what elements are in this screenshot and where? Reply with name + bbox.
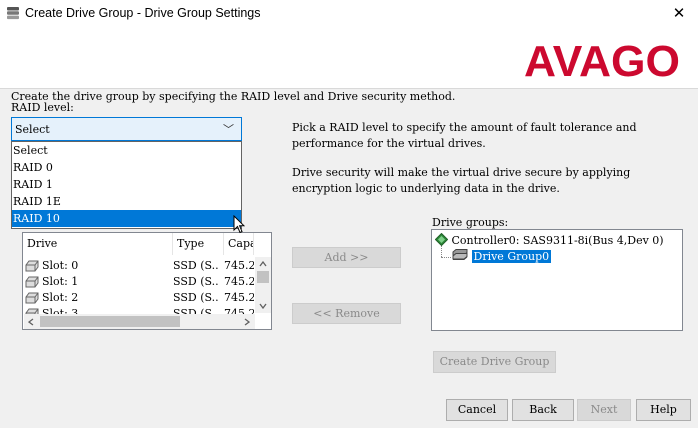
column-header-drive[interactable]: Drive [23, 233, 173, 255]
table-row[interactable]: Slot: 0 SSD (S... 745.21 [23, 258, 254, 274]
tree-node-controller[interactable]: Controller0: SAS9311-8i(Bus 4,Dev 0) [434, 232, 664, 247]
column-header-capacity[interactable]: Capac [224, 233, 254, 255]
chevron-left-icon [28, 318, 34, 326]
chevron-down-icon [259, 303, 267, 309]
drive-capacity: 745.21 [224, 291, 254, 304]
raid-option-raid-10[interactable]: RAID 10 [12, 210, 241, 227]
raid-level-label: RAID level: [11, 101, 74, 114]
raid-level-selected: Select [15, 123, 50, 136]
tree-connector [441, 246, 443, 257]
tree-connector [441, 257, 451, 259]
drive-name: Slot: 1 [42, 275, 79, 288]
drive-icon [25, 292, 39, 304]
drive-name: Slot: 2 [42, 291, 79, 304]
instructions-text: Create the drive group by specifying the… [11, 90, 456, 103]
drive-type: SSD (S... [173, 259, 219, 272]
close-button[interactable]: ✕ [664, 2, 694, 24]
remove-button[interactable]: << Remove [292, 303, 401, 324]
drive-groups-tree[interactable]: Controller0: SAS9311-8i(Bus 4,Dev 0) Dri… [431, 229, 683, 331]
table-row[interactable]: Slot: 2 SSD (S... 745.21 [23, 290, 254, 306]
drive-groups-label: Drive groups: [432, 216, 509, 229]
vertical-scroll-thumb[interactable] [257, 271, 269, 283]
drive-stack-icon [7, 7, 19, 20]
add-button[interactable]: Add >> [292, 247, 401, 268]
raid-level-dropdown[interactable]: Select RAID 0 RAID 1 RAID 1E RAID 10 [11, 141, 242, 229]
drive-name: Slot: 3 [42, 307, 79, 314]
vertical-scrollbar[interactable] [255, 257, 271, 313]
controller-icon [434, 232, 449, 247]
raid-option-raid-1[interactable]: RAID 1 [12, 176, 241, 193]
back-button[interactable]: Back [512, 399, 574, 421]
raid-help-text: Pick a RAID level to specify the amount … [292, 121, 637, 150]
help-button[interactable]: Help [636, 399, 691, 421]
raid-option-raid-0[interactable]: RAID 0 [12, 159, 241, 176]
next-button[interactable]: Next [577, 399, 631, 421]
chevron-down-icon: ﹀ [223, 123, 234, 136]
create-drive-group-button[interactable]: Create Drive Group [433, 351, 556, 373]
tree-node-drive-group[interactable]: Drive Group0 [452, 249, 552, 263]
drive-capacity: 745.21 [224, 275, 254, 288]
table-row[interactable]: Slot: 3 SSD (S... 745.21 [23, 306, 254, 314]
drive-type: SSD (S... [173, 307, 219, 314]
chevron-up-icon [259, 261, 267, 267]
column-header-type[interactable]: Type [173, 233, 224, 255]
drive-capacity: 745.21 [224, 307, 254, 314]
drive-group-label: Drive Group0 [471, 250, 552, 263]
horizontal-scroll-thumb[interactable] [40, 316, 180, 327]
drive-icon [25, 260, 39, 272]
drive-type: SSD (S... [173, 275, 219, 288]
raid-level-select[interactable]: Select ﹀ [11, 117, 242, 141]
avago-logo: AVAGO [524, 37, 680, 82]
drive-name: Slot: 0 [42, 259, 79, 272]
window-title: Create Drive Group - Drive Group Setting… [25, 6, 261, 20]
security-help-text: Drive security will make the virtual dri… [292, 166, 631, 195]
horizontal-scrollbar[interactable] [24, 314, 255, 329]
mouse-cursor-icon [233, 215, 245, 234]
chevron-right-icon [244, 318, 250, 326]
cancel-button[interactable]: Cancel [446, 399, 508, 421]
raid-option-select[interactable]: Select [12, 142, 241, 159]
svg-text:AVAGO: AVAGO [524, 37, 680, 82]
drive-capacity: 745.21 [224, 259, 254, 272]
raid-option-raid-1e[interactable]: RAID 1E [12, 193, 241, 210]
drive-icon [25, 276, 39, 288]
controller-label: Controller0: SAS9311-8i(Bus 4,Dev 0) [451, 234, 664, 247]
drive-type: SSD (S... [173, 291, 219, 304]
table-row[interactable]: Slot: 1 SSD (S... 745.21 [23, 274, 254, 290]
drives-table[interactable]: Drive Type Capac Slot: 0 SSD (S... 745.2… [22, 232, 272, 330]
drive-group-icon [452, 249, 468, 260]
